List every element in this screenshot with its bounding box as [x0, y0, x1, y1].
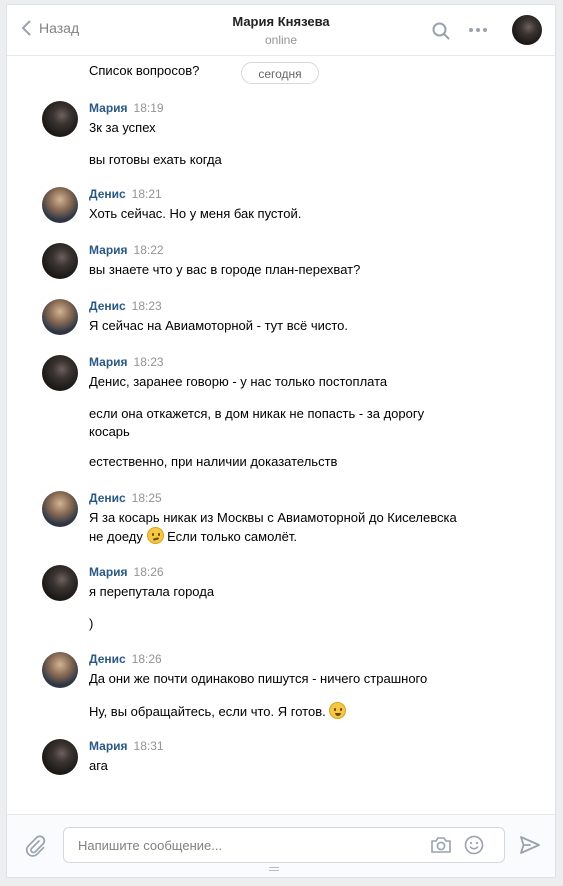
message-time[interactable]: 18:23 [134, 355, 164, 369]
avatar[interactable] [42, 299, 78, 335]
paperclip-icon[interactable] [25, 835, 47, 857]
author-name[interactable]: Мария [89, 565, 128, 579]
more-options-icon[interactable] [469, 28, 487, 32]
author-name[interactable]: Мария [89, 355, 128, 369]
message-text: Да они же почти одинаково пишутся - ниче… [89, 671, 428, 686]
message-text: Хоть сейчас. Но у меня бак пустой. [89, 206, 302, 221]
avatar[interactable] [42, 187, 78, 223]
message-time[interactable]: 18:25 [132, 491, 162, 505]
avatar[interactable] [42, 355, 78, 391]
winking-face-icon [329, 702, 347, 719]
avatar[interactable] [42, 491, 78, 527]
date-divider: сегодня [241, 62, 319, 84]
message-text: вы готовы ехать когда [89, 152, 222, 167]
message-text: ага [89, 758, 108, 773]
resize-handle[interactable] [269, 867, 279, 873]
message-meta: Мария 18:26 [89, 565, 164, 581]
search-icon[interactable] [432, 22, 450, 40]
message-meta: Мария 18:31 [89, 739, 164, 755]
message-meta: Денис 18:23 [89, 299, 162, 315]
message-text-fragment: Если только самолёт. [167, 529, 297, 544]
message-meta: Мария 18:19 [89, 101, 164, 117]
author-name[interactable]: Мария [89, 243, 128, 257]
avatar[interactable] [42, 652, 78, 688]
chat-window: Назад Мария Князева online Список вопрос… [6, 4, 556, 878]
message-time[interactable]: 18:22 [134, 243, 164, 257]
message-text: 3к за успех [89, 120, 156, 135]
peer-avatar[interactable] [512, 15, 542, 45]
message-text: я перепутала города [89, 584, 215, 599]
camera-icon[interactable] [430, 835, 452, 855]
message-time[interactable]: 18:31 [134, 739, 164, 753]
message-text: вы знаете что у вас в городе план-перехв… [89, 262, 361, 277]
message-text: Денис, заранее говорю - у нас только пос… [89, 374, 388, 389]
message-text-fragment: не доеду [89, 529, 143, 544]
chat-header: Назад Мария Князева online [7, 5, 555, 56]
peer-status: online [264, 33, 298, 47]
author-name[interactable]: Денис [89, 652, 126, 666]
avatar[interactable] [42, 739, 78, 775]
avatar[interactable] [42, 243, 78, 279]
message-text-fragment: Ну, вы обращайтесь, если что. Я готов. [89, 704, 326, 719]
message-text: не доеду Если только самолёт. [89, 527, 479, 546]
message-text: ) [89, 616, 94, 631]
author-name[interactable]: Мария [89, 101, 128, 115]
message-text: Ну, вы обращайтесь, если что. Я готов. [89, 702, 479, 721]
message-input[interactable]: Напишите сообщение... [63, 827, 505, 863]
message-time[interactable]: 18:26 [132, 652, 162, 666]
message-composer: Напишите сообщение... [7, 814, 555, 877]
message-text: Я за косарь никак из Москвы с Авиамоторн… [89, 510, 457, 525]
emoji-smile-icon[interactable] [464, 835, 484, 855]
message-text: косарь [89, 424, 130, 439]
author-name[interactable]: Денис [89, 187, 126, 201]
send-icon[interactable] [519, 835, 541, 855]
message-meta: Денис 18:26 [89, 652, 162, 668]
author-name[interactable]: Денис [89, 491, 126, 505]
message-history: Список вопросов? сегодня Мария 18:19 3к з… [7, 56, 555, 816]
message-text: Я сейчас на Авиамоторной - тут всё чисто… [89, 318, 349, 333]
author-name[interactable]: Мария [89, 739, 128, 753]
message-meta: Денис 18:21 [89, 187, 162, 203]
thinking-face-icon [146, 527, 164, 544]
message-time[interactable]: 18:21 [132, 187, 162, 201]
message-meta: Мария 18:22 [89, 243, 164, 259]
message-input-placeholder: Напишите сообщение... [78, 838, 223, 853]
message-time[interactable]: 18:23 [132, 299, 162, 313]
message-time[interactable]: 18:26 [134, 565, 164, 579]
author-name[interactable]: Денис [89, 299, 126, 313]
message-text: естественно, при наличии доказательств [89, 454, 338, 469]
message-meta: Мария 18:23 [89, 355, 164, 371]
message-time[interactable]: 18:19 [134, 101, 164, 115]
message-text: если она откажется, в дом никак не попас… [89, 406, 425, 421]
peer-name[interactable]: Мария Князева [7, 14, 555, 29]
avatar[interactable] [42, 565, 78, 601]
avatar[interactable] [42, 101, 78, 137]
message-text: Список вопросов? [89, 63, 200, 78]
message-meta: Денис 18:25 [89, 491, 162, 507]
